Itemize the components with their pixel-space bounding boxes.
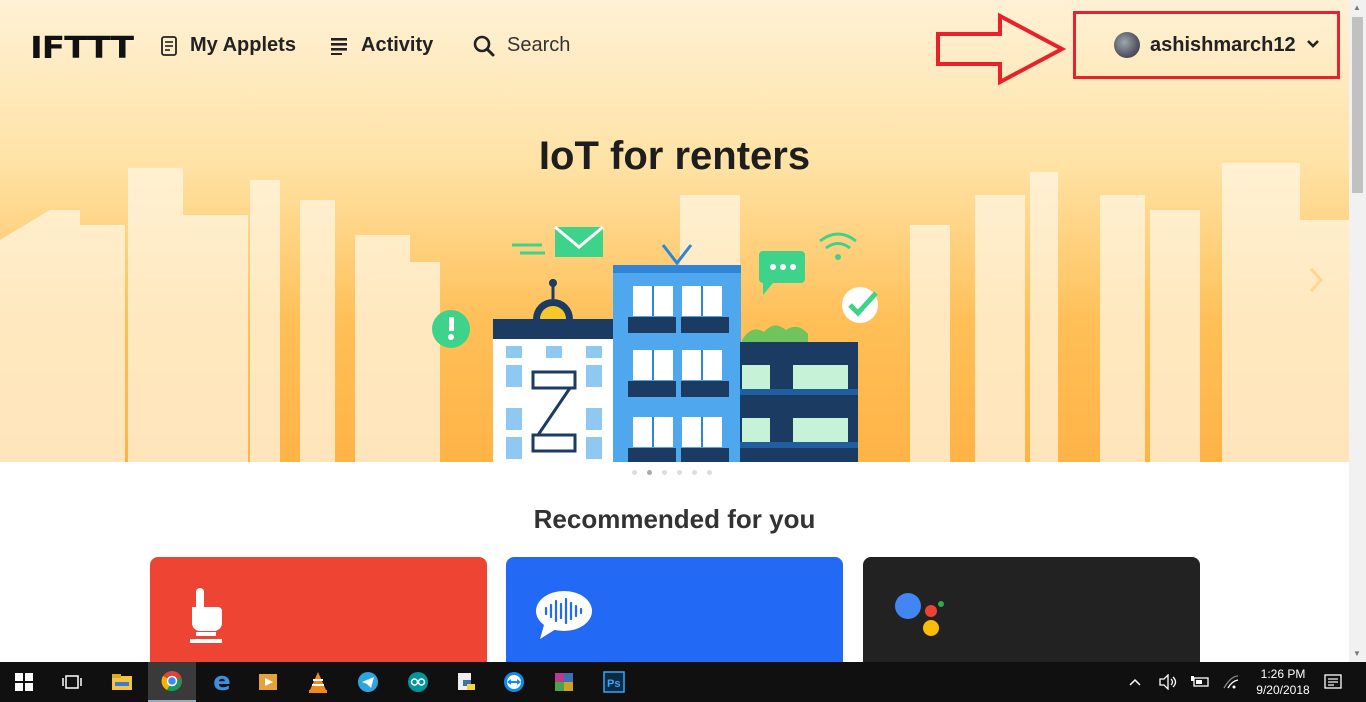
carousel-dot[interactable]	[632, 470, 637, 475]
photoshop-icon[interactable]: Ps	[590, 662, 638, 702]
task-view-icon[interactable]	[48, 662, 96, 702]
carousel-dot[interactable]	[662, 470, 667, 475]
windows-taskbar: e Ps 1:26 PM 9/20/2018	[0, 662, 1366, 702]
search-icon	[473, 35, 495, 57]
scroll-up-arrow-icon[interactable]: ▲	[1353, 3, 1361, 12]
start-icon[interactable]	[0, 662, 48, 702]
annotation-arrow-icon	[936, 12, 1066, 86]
clock-time: 1:26 PM	[1260, 667, 1306, 681]
vlc-icon[interactable]	[294, 662, 342, 702]
scroll-down-arrow-icon[interactable]: ▼	[1353, 649, 1361, 658]
teamviewer-icon[interactable]	[490, 662, 538, 702]
recommended-card-voice[interactable]	[506, 557, 843, 662]
telegram-icon[interactable]	[344, 662, 392, 702]
file-explorer-icon[interactable]	[98, 662, 146, 702]
carousel-next-chevron-icon[interactable]	[1308, 266, 1324, 299]
winrar-icon[interactable]	[540, 662, 588, 702]
hero-title: IoT for renters	[538, 134, 811, 178]
nav-search[interactable]: Search	[473, 34, 570, 57]
ifttt-logo[interactable]: IFTTT	[30, 31, 134, 66]
svg-text:Ps: Ps	[607, 678, 620, 690]
carousel-dot[interactable]	[692, 470, 697, 475]
system-clock[interactable]: 1:26 PM 9/20/2018	[1248, 666, 1318, 698]
wifi-icon[interactable]	[1222, 662, 1240, 702]
nav-activity[interactable]: Activity	[331, 34, 433, 57]
battery-icon[interactable]	[1190, 662, 1210, 702]
city-buildings-illustration	[432, 225, 878, 462]
voice-bubble-icon	[536, 591, 592, 639]
button-press-icon	[190, 588, 222, 643]
show-hidden-icons-chevron-icon[interactable]	[1128, 662, 1142, 702]
nav-search-label: Search	[507, 34, 571, 56]
page-scrollbar[interactable]: ▲ ▼	[1349, 0, 1366, 662]
nav-my-applets-label: My Applets	[190, 34, 296, 56]
chrome-icon[interactable]	[148, 662, 196, 702]
carousel-dot[interactable]	[707, 470, 712, 475]
hero-banner: IFTTT My Applets Activity Search ashishm…	[0, 0, 1349, 462]
username-label: ashishmarch12	[1150, 33, 1296, 56]
scrollbar-thumb[interactable]	[1352, 17, 1363, 193]
browser-viewport: IFTTT My Applets Activity Search ashishm…	[0, 0, 1349, 662]
action-center-icon[interactable]	[1324, 662, 1342, 702]
recommended-heading: Recommended for you	[533, 504, 816, 534]
top-navigation: IFTTT My Applets Activity Search ashishm…	[0, 0, 1349, 95]
python-icon[interactable]	[442, 662, 490, 702]
nav-activity-label: Activity	[361, 34, 434, 56]
chevron-down-icon	[1306, 36, 1320, 54]
volume-icon[interactable]	[1158, 662, 1178, 702]
edge-icon[interactable]: e	[198, 662, 246, 702]
carousel-dot[interactable]	[677, 470, 682, 475]
user-menu[interactable]: ashishmarch12	[1073, 11, 1340, 79]
recommended-card-button[interactable]	[150, 557, 487, 662]
arduino-icon[interactable]	[394, 662, 442, 702]
google-assistant-icon	[895, 593, 944, 636]
media-player-icon[interactable]	[244, 662, 292, 702]
recommended-card-google-assistant[interactable]	[863, 557, 1200, 662]
avatar	[1114, 32, 1140, 58]
clock-date: 9/20/2018	[1256, 683, 1310, 697]
activity-list-icon	[331, 37, 349, 55]
document-icon	[160, 35, 178, 56]
nav-my-applets[interactable]: My Applets	[160, 34, 296, 57]
carousel-dot-active[interactable]	[647, 470, 652, 475]
carousel-dots	[632, 470, 712, 475]
